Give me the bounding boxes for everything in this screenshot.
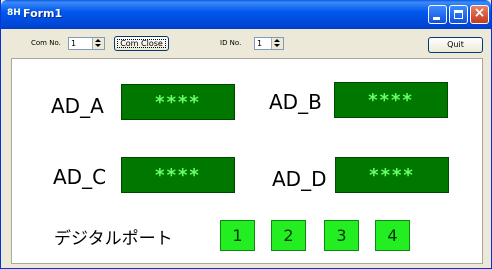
minimize-icon bbox=[433, 17, 440, 20]
id-no-spinner[interactable]: 1 bbox=[254, 37, 284, 50]
close-button[interactable]: × bbox=[470, 5, 489, 24]
quit-button[interactable]: Quit bbox=[428, 37, 483, 53]
port-button-2[interactable]: 2 bbox=[271, 220, 306, 251]
com-close-button[interactable]: Com Close bbox=[114, 36, 169, 51]
ad-a-label: AD_A bbox=[51, 94, 104, 118]
spin-up-icon[interactable] bbox=[274, 39, 280, 42]
quit-label: Quit bbox=[447, 40, 464, 49]
title-bar[interactable]: 8H Form1 × bbox=[1, 0, 491, 29]
maximize-icon bbox=[454, 10, 463, 19]
port-button-3[interactable]: 3 bbox=[324, 220, 359, 251]
ad-d-display: **** bbox=[335, 157, 449, 193]
focus-rect bbox=[117, 39, 166, 48]
com-no-spin-arrows[interactable] bbox=[92, 38, 104, 49]
window-title: Form1 bbox=[23, 7, 63, 20]
port-button-4[interactable]: 4 bbox=[375, 220, 410, 251]
com-no-spinner[interactable]: 1 bbox=[68, 37, 105, 50]
ad-b-display: **** bbox=[334, 82, 448, 118]
app-icon: 8H bbox=[7, 8, 21, 18]
id-no-label: ID No. bbox=[220, 39, 242, 47]
minimize-button[interactable] bbox=[428, 5, 447, 24]
ad-b-label: AD_B bbox=[269, 90, 322, 114]
id-no-spin-arrows[interactable] bbox=[271, 38, 283, 49]
com-no-label: Com No. bbox=[31, 39, 61, 47]
ad-a-display: **** bbox=[121, 84, 235, 120]
ad-d-label: AD_D bbox=[272, 167, 327, 191]
spin-down-icon[interactable] bbox=[274, 44, 280, 47]
form-window: 8H Form1 × Com No. 1 Com Close ID No. 1 … bbox=[0, 0, 492, 269]
com-no-value[interactable]: 1 bbox=[71, 39, 76, 48]
spin-up-icon[interactable] bbox=[95, 39, 101, 42]
close-icon: × bbox=[473, 5, 486, 21]
maximize-button[interactable] bbox=[449, 5, 468, 24]
id-no-value[interactable]: 1 bbox=[257, 39, 262, 48]
ad-c-label: AD_C bbox=[53, 165, 107, 189]
port-button-1[interactable]: 1 bbox=[220, 220, 255, 251]
spin-down-icon[interactable] bbox=[95, 44, 101, 47]
ad-c-display: **** bbox=[121, 157, 235, 193]
digital-port-label: デジタルポート bbox=[54, 229, 173, 249]
